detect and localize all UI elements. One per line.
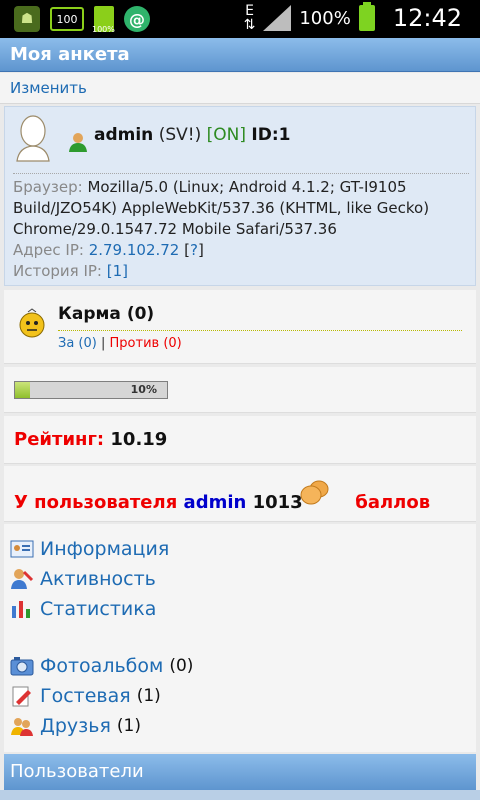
user-online-icon xyxy=(69,133,87,152)
ip-label: Адрес IP: xyxy=(13,241,84,259)
rating-label: Рейтинг: xyxy=(14,429,105,450)
points-suffix: баллов xyxy=(355,492,431,513)
battery-widget-icon: 100 xyxy=(50,7,84,31)
tiger-app-icon: ☗ xyxy=(14,6,40,32)
browser-label: Браузер: xyxy=(13,178,83,196)
friends-count: (1) xyxy=(116,716,141,736)
coins-icon xyxy=(300,480,329,505)
menu-label-stats[interactable]: Статистика xyxy=(40,598,156,620)
progress-label: 10% xyxy=(130,383,157,396)
menu-item-photoalbum[interactable]: Фотоальбом (0) xyxy=(10,655,193,677)
photoalbum-count: (0) xyxy=(169,656,194,676)
profile-panel: admin (SV!) [ON] ID:1 Браузер: Mozilla/5… xyxy=(4,106,476,286)
profile-menu: Информация Активность Статистика Фотоаль… xyxy=(4,524,476,752)
activity-progress-bar: 10% xyxy=(14,381,168,399)
menu-item-info[interactable]: Информация xyxy=(10,538,169,560)
network-type-label: E xyxy=(245,3,254,19)
points-username[interactable]: admin xyxy=(184,492,247,513)
guestbook-icon xyxy=(12,686,31,707)
photo-album-icon xyxy=(10,657,34,676)
clock: 12:42 xyxy=(392,4,462,32)
ip-history-count: 1 xyxy=(112,262,123,280)
menu-item-guestbook[interactable]: Гостевая (1) xyxy=(10,685,161,707)
battery-icon xyxy=(358,2,375,31)
users-section-header[interactable]: Пользователи xyxy=(4,754,476,790)
menu-label-info[interactable]: Информация xyxy=(40,538,169,560)
edit-link[interactable]: Изменить xyxy=(10,79,87,97)
user-rank: (SV!) xyxy=(158,125,202,145)
battery-widget-label: 100 xyxy=(56,12,78,26)
battery-percent: 100% xyxy=(299,7,351,29)
points-prefix: У пользователя xyxy=(14,492,178,513)
page-footer-edge xyxy=(0,790,480,800)
avatar-placeholder-icon xyxy=(16,115,50,162)
karma-for-link[interactable]: За (0) xyxy=(58,336,97,351)
karma-title: Карма (0) xyxy=(58,304,155,324)
ip-history-link[interactable]: [1] xyxy=(107,262,128,280)
points-amount: 1013 xyxy=(252,492,303,513)
info-card-icon xyxy=(10,540,34,558)
online-status: [ON] xyxy=(206,125,246,145)
user-info: Браузер: Mozilla/5.0 (Linux; Android 4.1… xyxy=(13,178,430,280)
karma-section: Карма (0) За (0) | Против (0) xyxy=(4,290,476,364)
signal-strength-icon xyxy=(263,5,292,31)
karma-votes: За (0) | Против (0) xyxy=(58,336,182,351)
points-section: У пользователя admin 1013 баллов xyxy=(4,466,476,522)
rating-value: 10.19 xyxy=(110,429,168,450)
karma-against-link[interactable]: Против (0) xyxy=(110,336,182,351)
progress-fill xyxy=(15,382,31,398)
menu-label-friends[interactable]: Друзья xyxy=(40,715,111,737)
page-title: Моя анкета xyxy=(0,38,480,72)
user-id: ID:1 xyxy=(251,125,291,145)
activity-icon xyxy=(11,569,34,589)
status-bar: ☗ 100 @ E⇅ 100% 12:42 xyxy=(0,0,480,38)
menu-item-activity[interactable]: Активность xyxy=(10,568,156,590)
history-label: История IP: xyxy=(13,262,102,280)
network-type-icon: E ⇅ xyxy=(243,3,256,33)
points-line: У пользователя admin 1013 баллов xyxy=(14,492,430,513)
storage-icon xyxy=(92,6,115,34)
karma-separator: | xyxy=(101,336,106,351)
menu-item-stats[interactable]: Статистика xyxy=(10,598,156,620)
ip-link[interactable]: 2.79.102.72 xyxy=(89,241,180,259)
guestbook-count: (1) xyxy=(136,686,161,706)
rating-section: Рейтинг: 10.19 xyxy=(4,416,476,464)
divider xyxy=(58,330,462,331)
edit-row: Изменить xyxy=(0,73,480,104)
friends-icon xyxy=(11,718,33,736)
username[interactable]: admin xyxy=(94,125,153,145)
karma-smiley-icon xyxy=(19,308,45,338)
stats-chart-icon xyxy=(12,601,30,618)
menu-label-guestbook[interactable]: Гостевая xyxy=(40,685,131,707)
notification-icons: ☗ 100 @ xyxy=(14,6,150,34)
menu-item-friends[interactable]: Друзья (1) xyxy=(10,715,141,737)
menu-label-photoalbum[interactable]: Фотоальбом xyxy=(40,655,163,677)
menu-label-activity[interactable]: Активность xyxy=(40,568,156,590)
ip-help-link[interactable]: ? xyxy=(190,241,198,259)
email-at-icon: @ xyxy=(124,6,150,32)
system-icons: E ⇅ 100% 12:42 xyxy=(243,2,462,33)
divider xyxy=(13,173,469,174)
user-header: admin (SV!) [ON] ID:1 xyxy=(94,125,290,145)
rating: Рейтинг: 10.19 xyxy=(14,429,167,450)
progress-section: 10% xyxy=(4,367,476,413)
